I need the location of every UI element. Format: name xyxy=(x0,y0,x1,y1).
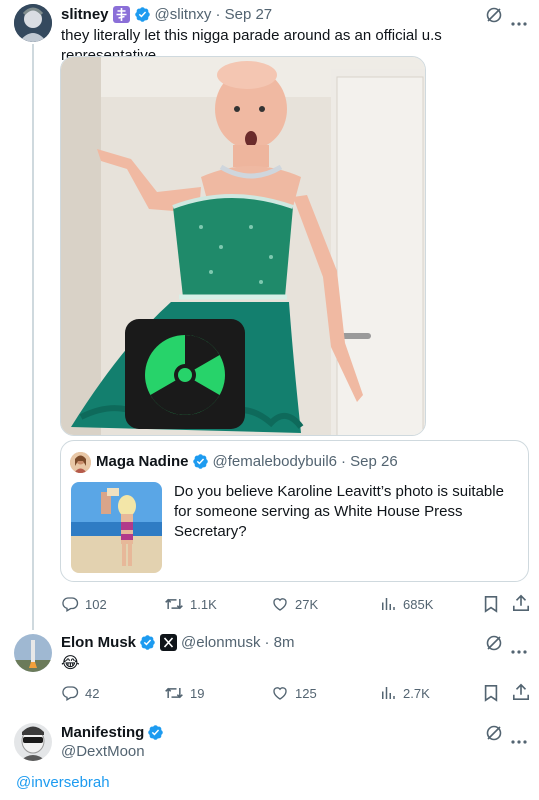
verified-icon xyxy=(147,724,164,741)
timestamp[interactable]: · 8m xyxy=(264,634,294,651)
reply-count: 102 xyxy=(85,596,107,612)
more-icon[interactable] xyxy=(511,731,527,749)
repost-icon xyxy=(165,687,183,699)
quote-text: Do you believe Karoline Leavitt’s photo … xyxy=(174,483,504,540)
grok-icon[interactable] xyxy=(485,724,503,747)
reply-text: 😂 xyxy=(61,655,80,672)
display-name[interactable]: Manifesting xyxy=(61,724,144,741)
views-icon xyxy=(382,687,395,699)
reply-header: Elon Musk @elonmusk · 8m xyxy=(61,634,294,651)
timestamp[interactable]: · Sep 27 xyxy=(215,6,272,23)
reply-icon xyxy=(62,597,79,612)
tweet-photo[interactable] xyxy=(60,56,426,436)
reply-button[interactable]: 102 xyxy=(61,595,107,613)
views-button[interactable]: 2.7K xyxy=(379,684,430,702)
views-count: 685K xyxy=(403,596,434,612)
quoted-tweet[interactable]: Maga Nadine @femalebodybuil6 · Sep 26 Do… xyxy=(60,440,529,582)
repost-button[interactable]: 19 xyxy=(164,684,204,702)
verified-icon xyxy=(192,453,209,470)
bookmark-icon[interactable] xyxy=(483,595,499,618)
like-button[interactable]: 125 xyxy=(271,684,317,702)
thread-line xyxy=(32,44,34,630)
verified-icon xyxy=(139,634,156,651)
quote-timestamp: · Sep 26 xyxy=(341,453,398,470)
quote-header: Maga Nadine @femalebodybuil6 · Sep 26 xyxy=(96,453,398,470)
handle[interactable]: @elonmusk xyxy=(181,634,260,651)
share-icon[interactable] xyxy=(512,683,530,706)
like-button[interactable]: 27K xyxy=(271,595,318,613)
handle[interactable]: @slitnxy xyxy=(155,6,212,23)
quote-display-name: Maga Nadine xyxy=(96,453,189,470)
verified-icon xyxy=(134,6,151,23)
quote-photo xyxy=(71,482,162,573)
repost-count: 19 xyxy=(190,685,205,701)
like-count: 27K xyxy=(295,596,319,612)
grok-icon[interactable] xyxy=(485,634,503,657)
views-icon xyxy=(382,598,395,610)
repost-count: 1.1K xyxy=(190,596,217,612)
repost-icon xyxy=(165,598,183,610)
tweet-header: slitney @slitnxy · Sep 27 xyxy=(61,6,272,23)
bookmark-icon[interactable] xyxy=(483,684,499,707)
avatar-elon-musk[interactable] xyxy=(14,634,52,672)
avatar-manifesting[interactable] xyxy=(14,723,52,761)
avatar-slitney[interactable] xyxy=(14,4,52,42)
display-name[interactable]: slitney xyxy=(61,6,109,23)
reply-count: 42 xyxy=(85,685,100,701)
repost-button[interactable]: 1.1K xyxy=(164,595,217,613)
display-name[interactable]: Elon Musk xyxy=(61,634,136,651)
mention-link[interactable]: @inversebrah xyxy=(16,774,110,791)
reply-button[interactable]: 42 xyxy=(61,684,99,702)
handle[interactable]: @DextMoon xyxy=(61,742,145,762)
more-icon[interactable] xyxy=(511,641,527,659)
like-icon xyxy=(273,687,287,700)
x-affiliate-icon xyxy=(160,634,178,651)
quote-handle: @femalebodybuil6 xyxy=(212,453,337,470)
avatar-maga-nadine xyxy=(70,452,91,473)
views-count: 2.7K xyxy=(403,685,430,701)
share-icon[interactable] xyxy=(512,594,530,617)
reply-icon xyxy=(62,686,79,701)
like-count: 125 xyxy=(295,685,317,701)
views-button[interactable]: 685K xyxy=(379,595,433,613)
cross-badge-icon xyxy=(112,6,130,23)
reply-header: Manifesting xyxy=(61,724,168,741)
like-icon xyxy=(273,598,287,611)
